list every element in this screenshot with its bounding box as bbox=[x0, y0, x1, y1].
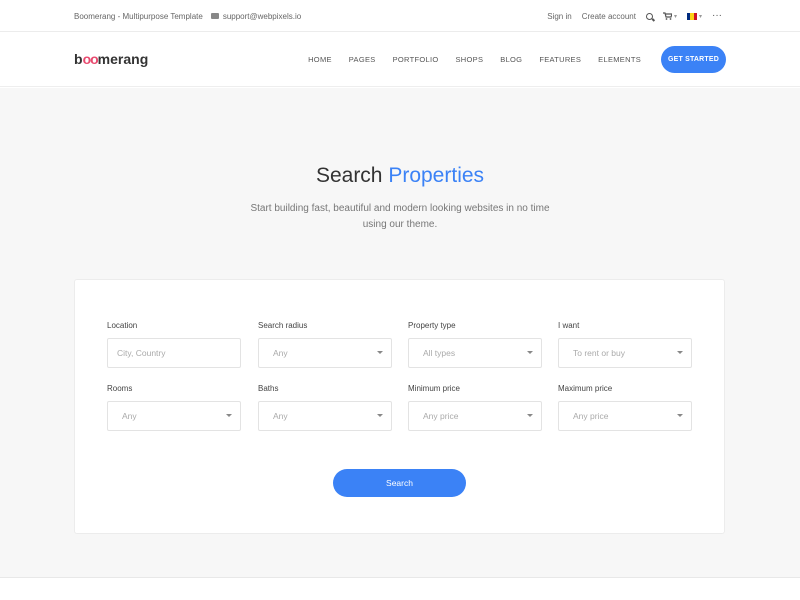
cart-dropdown[interactable]: ▾ bbox=[662, 12, 677, 20]
property-type-select[interactable]: All types bbox=[408, 338, 542, 368]
field-i-want: I want To rent or buy bbox=[558, 321, 692, 368]
flag-stripe bbox=[693, 12, 697, 20]
hero-section: Search Properties Start building fast, b… bbox=[0, 88, 800, 578]
search-button[interactable]: Search bbox=[333, 469, 466, 497]
main-header: b oo merang HOME PAGES PORTFOLIO SHOPS BLO… bbox=[0, 32, 800, 87]
caret-down-icon bbox=[527, 414, 533, 417]
envelope-icon bbox=[210, 13, 219, 19]
get-started-button[interactable]: GET STARTED bbox=[661, 46, 726, 73]
select-value: Any price bbox=[573, 411, 609, 421]
chevron-down-icon: ▾ bbox=[698, 13, 702, 20]
caret-down-icon bbox=[377, 414, 383, 417]
nav-features[interactable]: FEATURES bbox=[539, 55, 581, 64]
search-radius-select[interactable]: Any bbox=[258, 338, 392, 368]
field-baths: Baths Any bbox=[258, 384, 392, 431]
field-minimum-price: Minimum price Any price bbox=[408, 384, 542, 431]
flag-icon bbox=[686, 12, 697, 20]
logo-suffix: merang bbox=[97, 51, 149, 67]
nav-shops[interactable]: SHOPS bbox=[456, 55, 484, 64]
nav-elements[interactable]: ELEMENTS bbox=[598, 55, 641, 64]
nav-pages[interactable]: PAGES bbox=[349, 55, 376, 64]
select-value: Any price bbox=[423, 411, 459, 421]
language-dropdown[interactable]: ▾ bbox=[686, 12, 702, 20]
baths-select[interactable]: Any bbox=[258, 401, 392, 431]
field-rooms: Rooms Any bbox=[107, 384, 241, 431]
support-email-link[interactable]: support@webpixels.io bbox=[210, 11, 302, 21]
field-label: Minimum price bbox=[408, 384, 461, 393]
field-search-radius: Search radius Any bbox=[258, 321, 392, 368]
search-card: Location City, Country Search radius Any… bbox=[74, 279, 725, 534]
caret-down-icon bbox=[226, 414, 232, 417]
location-input[interactable]: City, Country bbox=[107, 338, 241, 368]
field-label: Property type bbox=[408, 321, 456, 330]
cart-icon bbox=[662, 12, 672, 20]
create-account-link[interactable]: Create account bbox=[582, 12, 636, 21]
field-label: Location bbox=[107, 321, 138, 330]
page-title: Search Properties bbox=[0, 164, 800, 188]
logo-accent: oo bbox=[82, 51, 99, 67]
i-want-select[interactable]: To rent or buy bbox=[558, 338, 692, 368]
field-label: Rooms bbox=[107, 384, 133, 393]
sign-in-link[interactable]: Sign in bbox=[547, 12, 571, 21]
select-value: Any bbox=[273, 411, 288, 421]
field-label: I want bbox=[558, 321, 580, 330]
field-label: Search radius bbox=[258, 321, 308, 330]
select-value: Any bbox=[122, 411, 137, 421]
select-value: To rent or buy bbox=[573, 348, 625, 358]
top-bar: Boomerang - Multipurpose Template suppor… bbox=[0, 0, 800, 32]
main-nav: HOME PAGES PORTFOLIO SHOPS BLOG FEATURES… bbox=[291, 32, 726, 87]
template-name: Boomerang - Multipurpose Template bbox=[74, 11, 203, 21]
top-bar-left: Boomerang - Multipurpose Template suppor… bbox=[74, 0, 301, 32]
field-property-type: Property type All types bbox=[408, 321, 542, 368]
select-value: Any bbox=[273, 348, 288, 358]
caret-down-icon bbox=[377, 351, 383, 354]
field-label: Maximum price bbox=[558, 384, 613, 393]
nav-home[interactable]: HOME bbox=[308, 55, 332, 64]
chevron-down-icon: ▾ bbox=[673, 13, 677, 20]
top-bar-right: Sign in Create account ▾ ▾ ··· bbox=[537, 0, 722, 32]
caret-down-icon bbox=[677, 351, 683, 354]
nav-portfolio[interactable]: PORTFOLIO bbox=[393, 55, 439, 64]
logo[interactable]: b oo merang bbox=[74, 51, 148, 67]
field-maximum-price: Maximum price Any price bbox=[558, 384, 692, 431]
maximum-price-select[interactable]: Any price bbox=[558, 401, 692, 431]
more-options-icon[interactable]: ··· bbox=[712, 11, 722, 21]
page-subtitle: Start building fast, beautiful and moder… bbox=[250, 203, 550, 230]
caret-down-icon bbox=[677, 414, 683, 417]
logo-prefix: b bbox=[74, 51, 83, 67]
field-label: Baths bbox=[258, 384, 279, 393]
caret-down-icon bbox=[527, 351, 533, 354]
support-email: support@webpixels.io bbox=[222, 11, 302, 21]
select-value: All types bbox=[423, 348, 456, 358]
title-main: Search bbox=[315, 164, 389, 187]
field-location: Location City, Country bbox=[107, 321, 241, 368]
search-icon[interactable] bbox=[645, 12, 653, 20]
minimum-price-select[interactable]: Any price bbox=[408, 401, 542, 431]
rooms-select[interactable]: Any bbox=[107, 401, 241, 431]
title-accent: Properties bbox=[388, 164, 485, 187]
nav-blog[interactable]: BLOG bbox=[500, 55, 522, 64]
